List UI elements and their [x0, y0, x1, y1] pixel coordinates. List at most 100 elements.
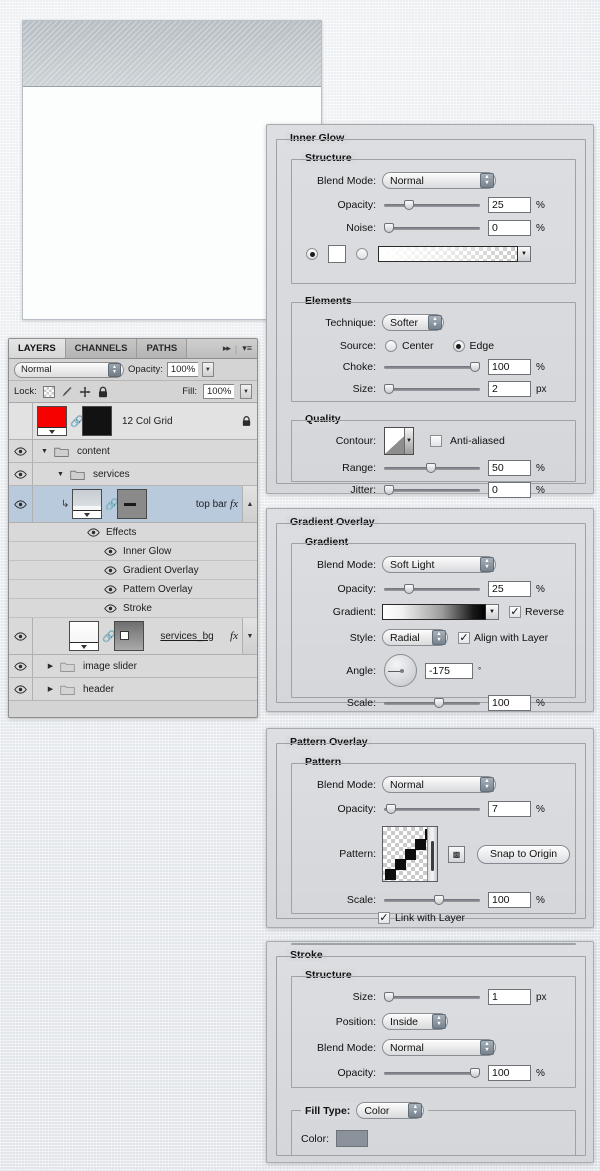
po-opacity-input[interactable]: 7 [488, 801, 531, 817]
link-icon[interactable]: 🔗 [102, 630, 116, 643]
st-size-input[interactable]: 1 [488, 989, 531, 1005]
go-opacity-slider[interactable] [384, 583, 480, 595]
go-reverse-checkbox[interactable]: ✓ [509, 606, 521, 618]
go-align-with-layer-checkbox[interactable]: ✓ [458, 631, 470, 644]
ig-contour-preview[interactable]: ▼ [384, 427, 414, 455]
layer-effects-fx-icon[interactable]: fx [230, 630, 242, 642]
visibility-toggle-top-bar[interactable] [9, 486, 33, 522]
ig-source-edge-radio[interactable] [452, 340, 465, 352]
list-item[interactable]: Inner Glow [9, 542, 257, 561]
po-opacity-slider[interactable] [384, 803, 480, 815]
link-icon[interactable]: 🔗 [70, 415, 84, 428]
list-item[interactable]: Gradient Overlay [9, 561, 257, 580]
go-gradient-preview[interactable] [382, 604, 486, 620]
ig-gradient-dropdown-icon[interactable]: ▼ [518, 246, 531, 262]
list-item[interactable]: Pattern Overlay [9, 580, 257, 599]
visibility-toggle-header[interactable] [9, 678, 33, 700]
group-disclosure-content[interactable]: ▼ [39, 448, 50, 455]
stepper-icon[interactable]: ▲ ▼ [428, 315, 442, 330]
position-lock-icon[interactable] [79, 386, 91, 398]
group-disclosure-services[interactable]: ▼ [55, 471, 66, 478]
go-style-select[interactable]: Radial ▲ ▼ [382, 629, 448, 646]
visibility-toggle-12-col-grid[interactable] [9, 403, 33, 439]
tab-paths[interactable]: PATHS [137, 339, 188, 358]
stepper-icon[interactable]: ▲ ▼ [480, 777, 494, 792]
layer-mask-thumbnail[interactable] [114, 621, 144, 651]
ig-jitter-input[interactable]: 0 [488, 482, 531, 498]
po-scale-slider[interactable] [384, 894, 480, 906]
group-name[interactable]: image slider [79, 661, 137, 672]
ig-glow-color-swatch[interactable] [328, 245, 346, 263]
effect-name-gradient-overlay[interactable]: Gradient Overlay [123, 565, 199, 576]
layer-effects-fx-icon[interactable]: fx [230, 498, 242, 510]
ig-jitter-slider[interactable] [384, 484, 480, 496]
collapse-panel-icon[interactable]: ▸▸ [223, 343, 231, 354]
ig-size-slider[interactable] [384, 383, 480, 395]
ig-noise-slider[interactable] [384, 222, 480, 234]
layer-thumbnail[interactable] [69, 621, 99, 651]
layer-opacity-input[interactable]: 100% [166, 362, 198, 377]
group-name[interactable]: services [89, 469, 130, 480]
ig-technique-select[interactable]: Softer ▲ ▼ [382, 314, 444, 331]
group-name[interactable]: content [73, 446, 110, 457]
blend-mode-stepper-icon[interactable]: ▲ ▼ [108, 362, 121, 377]
go-scale-slider[interactable] [384, 697, 480, 709]
group-name[interactable]: header [79, 684, 114, 695]
po-pattern-scrollbar[interactable] [427, 827, 437, 881]
po-snap-to-origin-button[interactable]: Snap to Origin [477, 844, 571, 864]
ig-glow-gradient-preview[interactable] [378, 246, 518, 262]
po-new-preset-icon[interactable]: ▩ [448, 845, 465, 863]
table-row[interactable]: ▶ image slider [9, 655, 257, 678]
layer-blend-mode-select[interactable]: Normal ▲ ▼ [14, 361, 124, 378]
expand-effects-triangle-icon[interactable]: ▼ [242, 618, 257, 654]
stepper-icon[interactable]: ▲ ▼ [432, 630, 446, 645]
tab-channels[interactable]: CHANNELS [65, 339, 138, 358]
ig-range-input[interactable]: 50 [488, 460, 531, 476]
panel-menu-icon[interactable]: ▾≡ [242, 343, 252, 354]
st-blend-mode-select[interactable]: Normal ▲ ▼ [382, 1039, 496, 1056]
eye-icon[interactable] [104, 546, 117, 556]
layer-name[interactable]: services_bg [144, 631, 230, 642]
stepper-icon[interactable]: ▲ ▼ [408, 1103, 423, 1118]
effect-name-pattern-overlay[interactable]: Pattern Overlay [123, 584, 192, 595]
ig-fill-gradient-radio[interactable] [356, 248, 368, 260]
table-row[interactable]: ↳ 🔗 top bar fx ▲ [9, 486, 257, 523]
st-opacity-slider[interactable] [384, 1067, 481, 1079]
layers-panel[interactable]: LAYERS CHANNELS PATHS ▸▸ | ▾≡ Normal ▲ ▼ … [8, 338, 258, 718]
layer-fill-input[interactable]: 100% [203, 384, 234, 399]
po-blend-mode-select[interactable]: Normal ▲ ▼ [382, 776, 496, 793]
eye-icon[interactable] [104, 584, 117, 594]
tab-layers[interactable]: LAYERS [9, 339, 66, 358]
st-size-slider[interactable] [384, 991, 480, 1003]
group-disclosure-image-slider[interactable]: ▶ [45, 662, 56, 670]
ig-source-center-radio[interactable] [385, 340, 397, 352]
group-disclosure-header[interactable]: ▶ [45, 685, 56, 693]
table-row[interactable]: 🔗 12 Col Grid [9, 403, 257, 440]
st-fill-type-select[interactable]: Color ▲ ▼ [356, 1102, 425, 1119]
ig-opacity-input[interactable]: 25 [488, 197, 531, 213]
list-item[interactable]: Effects [9, 523, 257, 542]
st-position-select[interactable]: Inside ▲ ▼ [382, 1013, 448, 1030]
ig-size-input[interactable]: 2 [488, 381, 531, 397]
layer-thumbnail[interactable] [72, 489, 103, 519]
ig-range-slider[interactable] [384, 462, 480, 474]
stepper-icon[interactable]: ▲ ▼ [480, 557, 494, 572]
layer-mask-thumbnail[interactable] [82, 406, 112, 436]
go-opacity-input[interactable]: 25 [488, 581, 531, 597]
effect-name-inner-glow[interactable]: Inner Glow [123, 546, 171, 557]
effect-name-stroke[interactable]: Stroke [123, 603, 152, 614]
pixels-lock-icon[interactable] [61, 386, 73, 398]
layer-thumbnail[interactable] [37, 406, 67, 436]
eye-icon[interactable] [104, 565, 117, 575]
layer-name[interactable]: top bar [147, 499, 230, 510]
eye-icon[interactable] [104, 603, 117, 613]
go-angle-dial[interactable] [384, 654, 417, 687]
go-blend-mode-select[interactable]: Soft Light ▲ ▼ [382, 556, 496, 573]
layer-name[interactable]: 12 Col Grid [112, 416, 235, 427]
visibility-toggle-services[interactable] [9, 463, 33, 485]
opacity-dropdown-icon[interactable]: ▼ [201, 362, 214, 377]
ig-blend-mode-select[interactable]: Normal ▲ ▼ [382, 172, 496, 189]
po-scale-input[interactable]: 100 [488, 892, 531, 908]
visibility-toggle-services-bg[interactable] [9, 618, 33, 654]
stepper-icon[interactable]: ▲ ▼ [480, 173, 494, 188]
